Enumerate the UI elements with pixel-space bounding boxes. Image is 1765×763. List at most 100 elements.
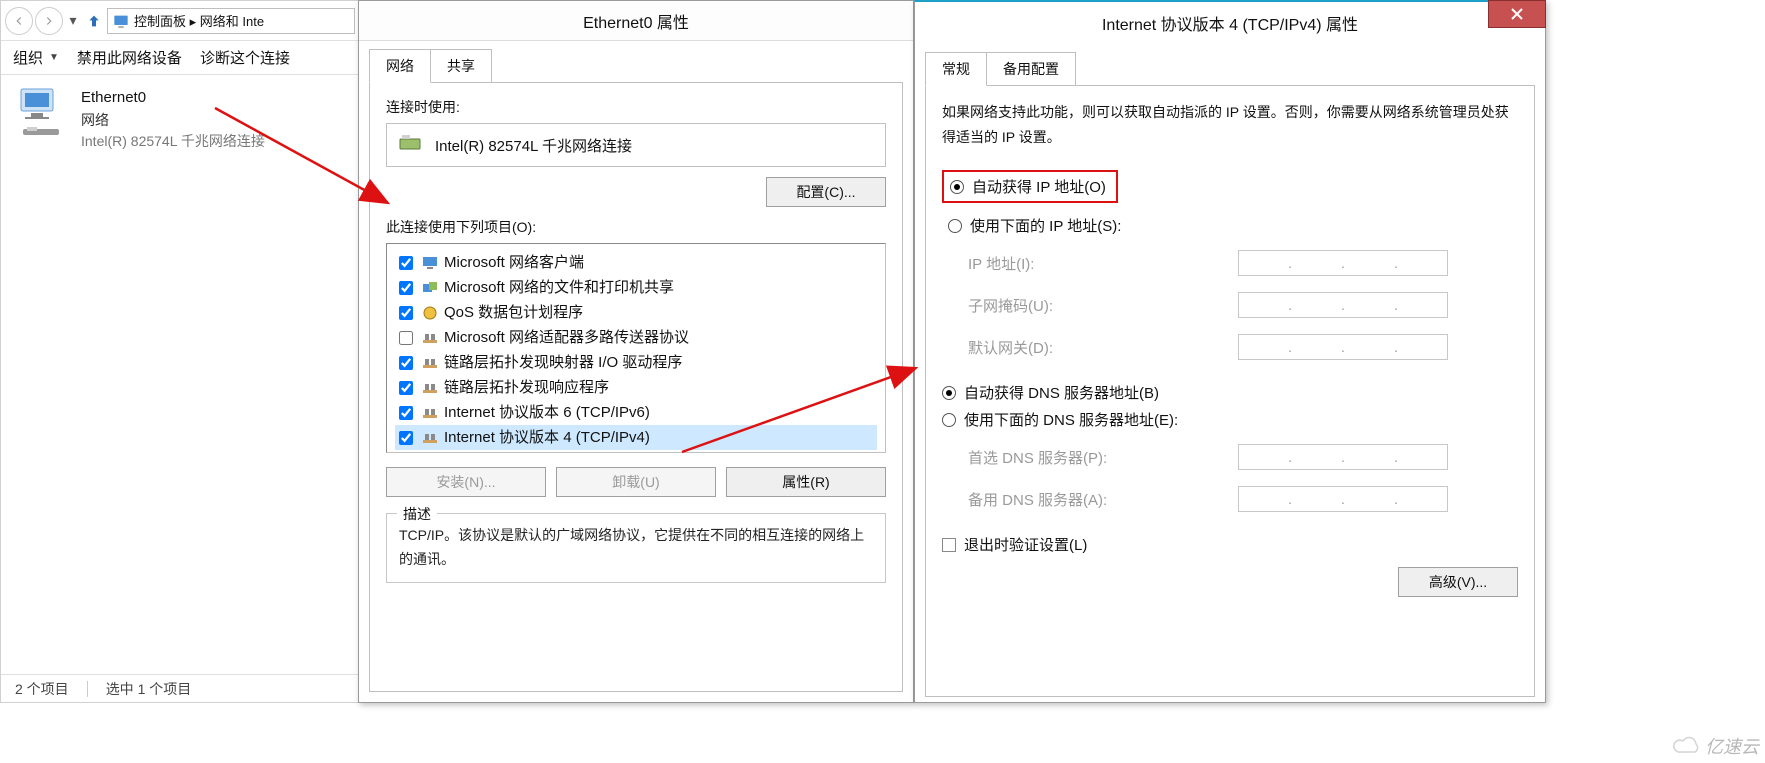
description-text: TCP/IP。该协议是默认的广域网络协议，它提供在不同的相互连接的网络上的通讯。 — [399, 524, 873, 572]
dns-secondary-label: 备用 DNS 服务器(A): — [968, 489, 1238, 510]
network-adapter-icon — [11, 87, 71, 152]
item-checkbox[interactable] — [399, 431, 413, 445]
connection-item[interactable]: 链路层拓扑发现响应程序 — [395, 375, 877, 400]
item-label: 链路层拓扑发现响应程序 — [444, 375, 609, 400]
radio-icon — [942, 386, 956, 400]
disable-device-button[interactable]: 禁用此网络设备 — [77, 47, 182, 68]
checkbox-icon — [942, 538, 956, 552]
radio-ip-manual[interactable]: 使用下面的 IP 地址(S): — [948, 215, 1518, 236]
connect-using-value: Intel(R) 82574L 千兆网络连接 — [435, 135, 632, 156]
validate-on-exit-checkbox[interactable]: 退出时验证设置(L) — [942, 534, 1518, 555]
protocol-icon — [422, 256, 438, 270]
close-icon — [1510, 7, 1524, 21]
ethernet-tabs: 网络 共享 — [359, 41, 913, 83]
item-properties-button[interactable]: 属性(R) — [726, 467, 886, 497]
ip-address-label: IP 地址(I): — [968, 253, 1238, 274]
adapter-device: Intel(R) 82574L 千兆网络连接 — [81, 131, 265, 152]
gateway-input: ... — [1238, 334, 1448, 360]
dns-secondary-input: ... — [1238, 486, 1448, 512]
nic-icon — [399, 134, 421, 156]
ipv4-dialog-titlebar: Internet 协议版本 4 (TCP/IPv4) 属性 — [915, 2, 1545, 44]
tab-network[interactable]: 网络 — [369, 49, 431, 83]
description-legend: 描述 — [397, 504, 437, 524]
status-selected-count: 选中 1 个项目 — [106, 679, 192, 699]
item-label: Microsoft 网络的文件和打印机共享 — [444, 275, 674, 300]
subnet-mask-input: ... — [1238, 292, 1448, 318]
explorer-toolbar: 组织▼ 禁用此网络设备 诊断这个连接 — [1, 41, 359, 75]
status-item-count: 2 个项目 — [15, 679, 69, 699]
install-button[interactable]: 安装(N)... — [386, 467, 546, 497]
protocol-icon — [422, 431, 438, 445]
item-checkbox[interactable] — [399, 406, 413, 420]
connection-items-list[interactable]: Microsoft 网络客户端Microsoft 网络的文件和打印机共享QoS … — [386, 243, 886, 453]
item-checkbox[interactable] — [399, 356, 413, 370]
ethernet-tab-body: 连接时使用: Intel(R) 82574L 千兆网络连接 配置(C)... 此… — [369, 82, 903, 692]
connection-item[interactable]: Microsoft 网络客户端 — [395, 250, 877, 275]
explorer-window: ▾ 控制面板 ▸ 网络和 Inte 组织▼ 禁用此网络设备 诊断这个连接 Eth… — [0, 0, 360, 703]
advanced-button[interactable]: 高级(V)... — [1398, 567, 1518, 597]
close-button[interactable] — [1488, 0, 1546, 28]
organize-menu[interactable]: 组织▼ — [13, 47, 59, 68]
protocol-icon — [422, 281, 438, 295]
protocol-icon — [422, 406, 438, 420]
uninstall-button[interactable]: 卸载(U) — [556, 467, 716, 497]
radio-ip-auto[interactable]: 自动获得 IP 地址(O) — [942, 170, 1118, 203]
item-label: Internet 协议版本 4 (TCP/IPv4) — [444, 425, 650, 450]
ipv4-dialog-title: Internet 协议版本 4 (TCP/IPv4) 属性 — [1102, 11, 1358, 35]
connection-item[interactable]: Internet 协议版本 4 (TCP/IPv4) — [395, 425, 877, 450]
explorer-navbar: ▾ 控制面板 ▸ 网络和 Inte — [1, 1, 359, 41]
back-button[interactable] — [5, 7, 33, 35]
adapter-list: Ethernet0 网络 Intel(R) 82574L 千兆网络连接 — [1, 75, 359, 164]
connection-item[interactable]: Internet 协议版本 6 (TCP/IPv6) — [395, 400, 877, 425]
item-checkbox[interactable] — [399, 331, 413, 345]
radio-dns-auto[interactable]: 自动获得 DNS 服务器地址(B) — [942, 382, 1518, 403]
ipv4-info-text: 如果网络支持此功能，则可以获取自动指派的 IP 设置。否则，你需要从网络系统管理… — [942, 100, 1518, 150]
ip-address-input: ... — [1238, 250, 1448, 276]
adapter-network: 网络 — [81, 110, 265, 131]
item-label: 链路层拓扑发现映射器 I/O 驱动程序 — [444, 350, 682, 375]
ipv4-properties-dialog: Internet 协议版本 4 (TCP/IPv4) 属性 常规 备用配置 如果… — [914, 0, 1546, 703]
diagnose-button[interactable]: 诊断这个连接 — [200, 47, 290, 68]
radio-icon — [950, 180, 964, 194]
address-bar[interactable]: 控制面板 ▸ 网络和 Inte — [107, 8, 355, 34]
radio-dns-manual[interactable]: 使用下面的 DNS 服务器地址(E): — [942, 409, 1518, 430]
configure-button[interactable]: 配置(C)... — [766, 177, 886, 207]
item-label: QoS 数据包计划程序 — [444, 300, 583, 325]
history-dropdown[interactable]: ▾ — [65, 12, 81, 29]
adapter-name: Ethernet0 — [81, 87, 265, 110]
item-label: Microsoft 网络客户端 — [444, 250, 584, 275]
connection-item[interactable]: QoS 数据包计划程序 — [395, 300, 877, 325]
adapter-item-ethernet0[interactable]: Ethernet0 网络 Intel(R) 82574L 千兆网络连接 — [11, 87, 349, 152]
watermark: 亿速云 — [1673, 733, 1759, 759]
dns-primary-input: ... — [1238, 444, 1448, 470]
connection-item[interactable]: 链路层拓扑发现映射器 I/O 驱动程序 — [395, 350, 877, 375]
tab-sharing[interactable]: 共享 — [431, 49, 492, 83]
item-checkbox[interactable] — [399, 381, 413, 395]
dns-primary-label: 首选 DNS 服务器(P): — [968, 447, 1238, 468]
subnet-mask-label: 子网掩码(U): — [968, 295, 1238, 316]
cloud-icon — [1673, 736, 1701, 756]
radio-icon — [948, 219, 962, 233]
gateway-label: 默认网关(D): — [968, 337, 1238, 358]
item-checkbox[interactable] — [399, 256, 413, 270]
item-checkbox[interactable] — [399, 306, 413, 320]
item-label: Microsoft 网络适配器多路传送器协议 — [444, 325, 689, 350]
ethernet-dialog-title: Ethernet0 属性 — [359, 1, 913, 41]
radio-icon — [942, 413, 956, 427]
protocol-icon — [422, 331, 438, 345]
connect-using-label: 连接时使用: — [386, 97, 886, 117]
tab-general[interactable]: 常规 — [925, 52, 987, 86]
description-fieldset: 描述 TCP/IP。该协议是默认的广域网络协议，它提供在不同的相互连接的网络上的… — [386, 513, 886, 583]
connection-item[interactable]: Microsoft 网络的文件和打印机共享 — [395, 275, 877, 300]
control-panel-icon — [112, 12, 130, 30]
connect-using-box: Intel(R) 82574L 千兆网络连接 — [386, 123, 886, 167]
breadcrumb: 控制面板 ▸ 网络和 Inte — [134, 11, 264, 30]
connection-item[interactable]: Microsoft 网络适配器多路传送器协议 — [395, 325, 877, 350]
up-button[interactable] — [83, 10, 105, 32]
forward-button[interactable] — [35, 7, 63, 35]
tab-alternate[interactable]: 备用配置 — [987, 52, 1076, 86]
ethernet-properties-dialog: Ethernet0 属性 网络 共享 连接时使用: Intel(R) 82574… — [358, 0, 914, 703]
items-label: 此连接使用下列项目(O): — [386, 217, 886, 237]
protocol-icon — [422, 381, 438, 395]
item-checkbox[interactable] — [399, 281, 413, 295]
